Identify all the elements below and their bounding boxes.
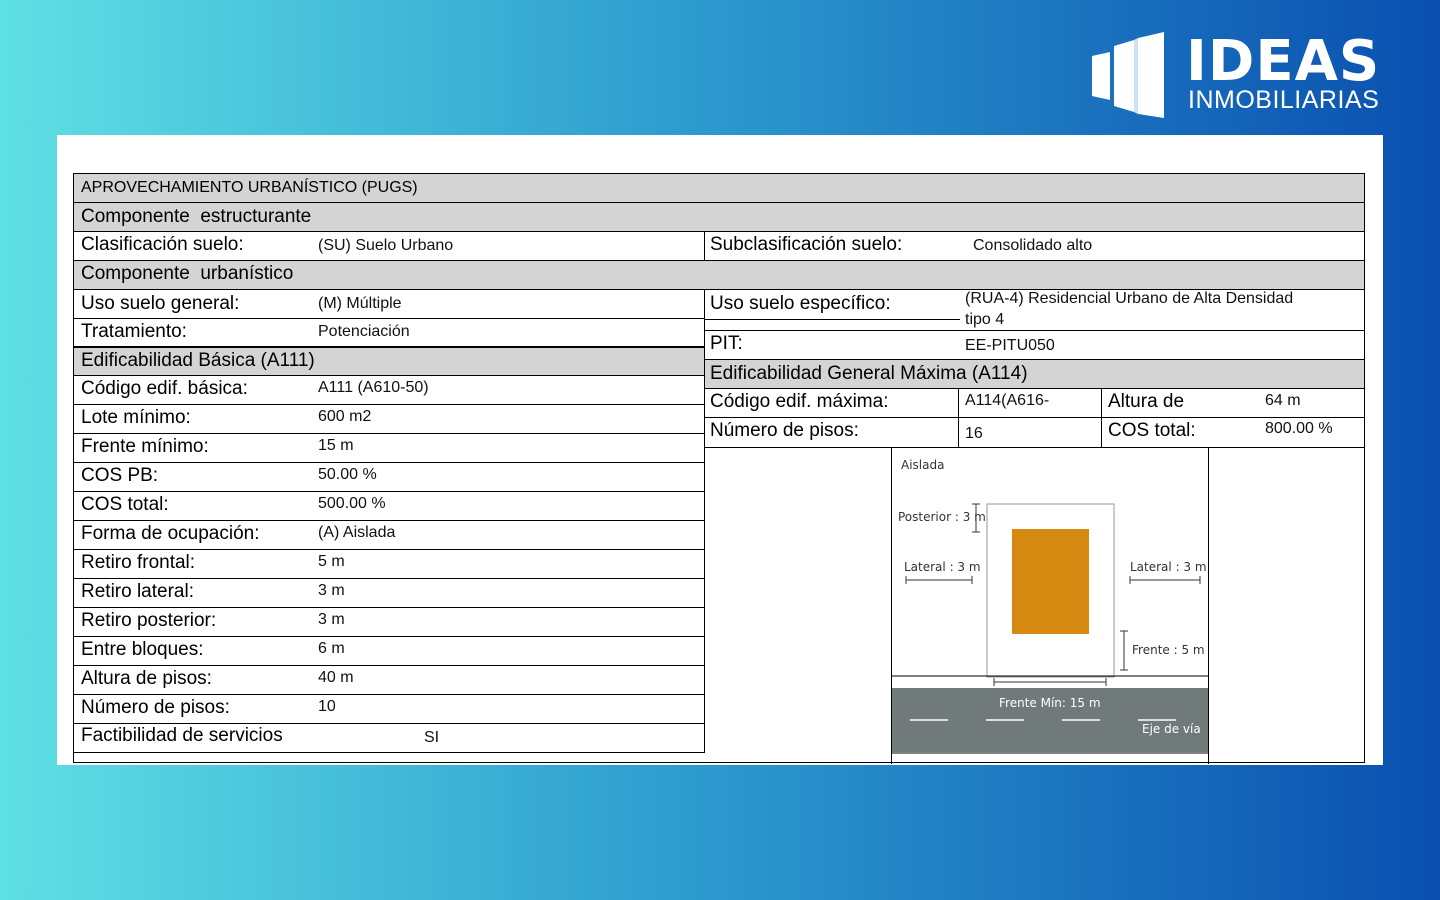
lateral-right-label: Lateral : 3 m [1130, 560, 1207, 574]
row-label: Retiro posterior: [81, 610, 217, 631]
codigo-maxima-label: Código edif. máxima: [710, 391, 889, 412]
divider [704, 232, 705, 261]
clasificacion-value: (SU) Suelo Urbano [318, 237, 454, 254]
section-estructurante: Componente estructurante [74, 203, 1364, 232]
section-basica: Edificabilidad Básica (A111) [74, 347, 704, 376]
table-row: Retiro lateral: 3 m [74, 579, 704, 608]
row-pit: PIT: EE-PITU050 [705, 331, 1364, 360]
row-label: Código edif. básica: [81, 378, 248, 399]
cos-maxima-label: COS total: [1108, 420, 1196, 441]
section-urbanistico: Componente urbanístico [74, 261, 1364, 290]
row-clasificacion: Clasificación suelo: (SU) Suelo Urbano S… [74, 232, 1364, 261]
row-uso-especifico: Uso suelo específico: (RUA-4) Residencia… [705, 290, 1364, 331]
tratamiento-label: Tratamiento: [81, 321, 187, 342]
row-value: A111 (A610-50) [318, 379, 429, 396]
divider [705, 319, 960, 320]
table-title: APROVECHAMIENTO URBANÍSTICO (PUGS) [74, 174, 1364, 203]
clasificacion-label: Clasificación suelo: [81, 234, 244, 255]
row-label: COS total: [81, 494, 169, 515]
brand-logo: IDEAS INMOBILIARIAS [1090, 30, 1390, 122]
pisos-maxima-label: Número de pisos: [710, 420, 859, 441]
building-footprint [1012, 529, 1089, 634]
section-basica-title: Edificabilidad Básica (A111) [81, 350, 315, 371]
table-row: Frente mínimo: 15 m [74, 434, 704, 463]
row-label: Forma de ocupación: [81, 523, 260, 544]
table-row: Altura de pisos: 40 m [74, 666, 704, 695]
section-estructurante-title: Componente estructurante [81, 206, 312, 227]
table-row: Retiro frontal: 5 m [74, 550, 704, 579]
table-row: Forma de ocupación: (A) Aislada [74, 521, 704, 550]
eje-via-label: Eje de vía [1142, 722, 1201, 736]
pit-label: PIT: [710, 333, 743, 354]
uso-especifico-value-line1: (RUA-4) Residencial Urbano de Alta Densi… [965, 290, 1294, 307]
lateral-left-label: Lateral : 3 m [904, 560, 981, 574]
row-value: 10 [318, 698, 336, 715]
frente-label: Frente : 5 m [1132, 643, 1205, 657]
row-tratamiento: Tratamiento: Potenciación [74, 319, 704, 347]
table-row: COS total: 500.00 % [74, 492, 704, 521]
section-urbanistico-title: Componente urbanístico [81, 263, 294, 284]
brand-tagline: INMOBILIARIAS [1188, 86, 1380, 114]
uso-especifico-value-line2: tipo 4 [965, 311, 1005, 328]
row-label: Retiro lateral: [81, 581, 194, 602]
tratamiento-value: Potenciación [318, 323, 410, 340]
factibilidad-value: SI [424, 729, 440, 746]
row-value: 3 m [318, 611, 345, 628]
document-panel: APROVECHAMIENTO URBANÍSTICO (PUGS) Compo… [57, 135, 1383, 765]
table-row: COS PB: 50.00 % [74, 463, 704, 492]
row-label: COS PB: [81, 465, 159, 486]
subclasificacion-label: Subclasificación suelo: [710, 234, 903, 255]
section-maxima-title: Edificabilidad General Máxima (A114) [710, 363, 1028, 384]
cos-maxima-value: 800.00 % [1265, 420, 1333, 437]
table-row: Entre bloques: 6 m [74, 637, 704, 666]
row-uso-general: Uso suelo general: (M) Múltiple [74, 290, 704, 319]
brand-name: IDEAS [1186, 29, 1381, 94]
row-value: 50.00 % [318, 466, 377, 483]
diagram-drawing [892, 503, 1208, 754]
frente-min-label: Frente Mín: 15 m [999, 696, 1101, 710]
row-value: 5 m [318, 553, 345, 570]
row-label: Frente mínimo: [81, 436, 209, 457]
table-row: Número de pisos: 10 [74, 695, 704, 724]
row-value: 15 m [318, 437, 354, 454]
uso-general-value: (M) Múltiple [318, 295, 402, 312]
row-value: 3 m [318, 582, 345, 599]
subclasificacion-value: Consolidado alto [973, 237, 1093, 254]
pit-value: EE-PITU050 [965, 337, 1055, 354]
table-row: Código edif. básica: A111 (A610-50) [74, 376, 704, 405]
setback-diagram: Aislada Posterior: 3 m Lateral: 3 m La… [891, 448, 1209, 764]
row-label: Lote mínimo: [81, 407, 191, 428]
posterior-label: Posterior : 3 m [898, 510, 986, 524]
table-row: Retiro posterior: 3 m [74, 608, 704, 637]
row-pisos-maxima: Número de pisos: 16 COS total: 800.00 % [705, 418, 1364, 448]
section-maxima: Edificabilidad General Máxima (A114) [705, 360, 1364, 389]
altura-maxima-value: 64 m [1265, 392, 1301, 409]
divider [1101, 389, 1102, 448]
table-row: Lote mínimo: 600 m2 [74, 405, 704, 434]
row-value: 40 m [318, 669, 354, 686]
row-label: Altura de pisos: [81, 668, 212, 689]
factibilidad-label: Factibilidad de servicios [81, 725, 283, 746]
row-label: Retiro frontal: [81, 552, 196, 573]
land-use-table: APROVECHAMIENTO URBANÍSTICO (PUGS) Compo… [73, 173, 1365, 764]
divider [958, 389, 959, 448]
row-value: 6 m [318, 640, 345, 657]
pisos-maxima-value: 16 [965, 425, 983, 442]
altura-maxima-label: Altura de [1108, 391, 1185, 412]
codigo-maxima-value: A114(A616- [965, 392, 1050, 409]
uso-especifico-label: Uso suelo específico: [710, 293, 891, 314]
row-value: (A) Aislada [318, 524, 396, 541]
row-factibilidad: Factibilidad de servicios SI [74, 724, 704, 753]
row-label: Número de pisos: [81, 697, 230, 718]
building-icon [1092, 32, 1164, 118]
uso-general-label: Uso suelo general: [81, 293, 240, 314]
row-label: Entre bloques: [81, 639, 204, 660]
row-value: 600 m2 [318, 408, 372, 425]
row-value: 500.00 % [318, 495, 386, 512]
row-codigo-maxima: Código edif. máxima: A114(A616- Altura d… [705, 389, 1364, 418]
table-title-text: APROVECHAMIENTO URBANÍSTICO (PUGS) [81, 179, 418, 196]
